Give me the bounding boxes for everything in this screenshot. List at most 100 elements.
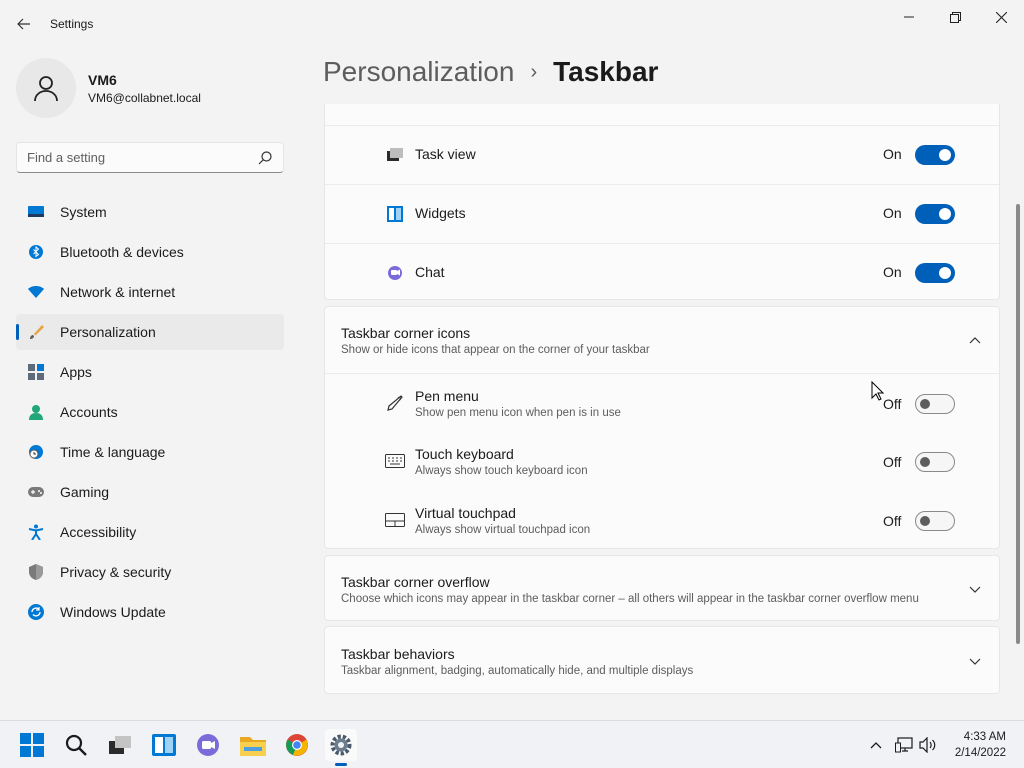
sidebar-item-time-language[interactable]: Time & language [16, 434, 284, 470]
person-icon [34, 76, 58, 102]
toggle-knob [920, 457, 930, 467]
taskbar-chat-button[interactable] [192, 729, 224, 761]
sidebar-item-label: Privacy & security [60, 564, 172, 580]
toggle-knob [939, 267, 951, 279]
clock-globe-icon [28, 444, 44, 460]
sidebar-item-windows-update[interactable]: Windows Update [16, 594, 284, 630]
chevron-down-icon [967, 582, 983, 598]
toggle-knob [920, 516, 930, 526]
search-icon [65, 734, 87, 756]
search-box[interactable] [16, 142, 284, 173]
touch-keyboard-toggle[interactable] [915, 452, 955, 472]
search-icon[interactable] [257, 150, 273, 166]
behaviors-card[interactable]: Taskbar behaviors Taskbar alignment, bad… [324, 626, 1000, 694]
virtual-touchpad-toggle[interactable] [915, 511, 955, 531]
taskbar-chrome-button[interactable] [281, 729, 313, 761]
corner-overflow-card[interactable]: Taskbar corner overflow Choose which ico… [324, 555, 1000, 621]
close-icon [995, 11, 1007, 23]
sidebar-item-label: Accessibility [60, 524, 137, 540]
taskbar-search-button[interactable] [60, 729, 92, 761]
section-title: Taskbar behaviors [341, 646, 455, 662]
sidebar-item-bluetooth[interactable]: Bluetooth & devices [16, 234, 284, 270]
windows-taskbar: 4:33 AM 2/14/2022 [0, 720, 1024, 768]
user-email: VM6@collabnet.local [88, 91, 201, 105]
close-button[interactable] [978, 6, 1024, 28]
sidebar-item-network[interactable]: Network & internet [16, 274, 284, 310]
keyboard-icon [385, 451, 405, 471]
toggle-state-text: On [883, 264, 902, 280]
setting-label: Widgets [415, 205, 466, 221]
sidebar-item-accounts[interactable]: Accounts [16, 394, 284, 430]
setting-description: Always show virtual touchpad icon [415, 524, 591, 536]
sidebar-item-privacy[interactable]: Privacy & security [16, 554, 284, 590]
toggle-state-text: Off [883, 396, 902, 412]
toggle-knob [939, 208, 951, 220]
sidebar-item-label: Windows Update [60, 604, 166, 620]
sidebar-item-system[interactable]: System [16, 194, 284, 230]
sidebar-item-label: System [60, 204, 107, 220]
brush-icon [28, 324, 44, 340]
gamepad-icon [28, 484, 44, 500]
apps-icon [28, 364, 44, 380]
taskbar-widgets-button[interactable] [148, 729, 180, 761]
setting-row-virtual-touchpad: Virtual touchpad Always show virtual tou… [325, 491, 999, 548]
sidebar-item-label: Apps [60, 364, 92, 380]
breadcrumb-parent[interactable]: Personalization [323, 56, 514, 88]
corner-icons-header[interactable]: Taskbar corner icons Show or hide icons … [325, 307, 999, 373]
system-clock[interactable]: 4:33 AM 2/14/2022 [944, 729, 1006, 761]
chat-toggle[interactable] [915, 263, 955, 283]
task-view-toggle[interactable] [915, 145, 955, 165]
chevron-down-icon [967, 654, 983, 670]
app-title: Settings [50, 17, 94, 31]
user-profile[interactable]: VM6 VM6@collabnet.local [16, 58, 286, 118]
sidebar-item-label: Network & internet [60, 284, 176, 300]
pen-menu-toggle[interactable] [915, 394, 955, 414]
task-view-icon [385, 145, 405, 165]
windows-logo-icon [20, 733, 44, 757]
taskbar-settings-button[interactable] [325, 729, 357, 761]
network-icon [895, 737, 913, 753]
update-icon [28, 604, 44, 620]
setting-row-pen-menu: Pen menu Show pen menu icon when pen is … [325, 373, 999, 432]
search-input[interactable] [27, 150, 247, 165]
setting-label: Virtual touchpad [415, 505, 516, 521]
monitor-icon [28, 204, 44, 220]
setting-row-widgets: Widgets On [325, 184, 999, 243]
setting-label: Chat [415, 264, 445, 280]
clock-date: 2/14/2022 [954, 747, 1006, 759]
wifi-icon [28, 284, 44, 300]
sidebar-item-apps[interactable]: Apps [16, 354, 284, 390]
setting-row-chat: Chat On [325, 243, 999, 300]
taskbar-file-explorer-button[interactable] [237, 729, 269, 761]
setting-description: Always show touch keyboard icon [415, 465, 588, 477]
person-icon [28, 404, 44, 420]
minimize-button[interactable] [886, 6, 932, 28]
toggle-knob [920, 399, 930, 409]
chat-icon [385, 263, 405, 283]
settings-content: Task view On Widgets On Chat On Taskbar … [324, 104, 1000, 718]
restore-button[interactable] [932, 6, 978, 28]
sidebar-nav: System Bluetooth & devices Network & int… [16, 194, 284, 634]
pen-icon [385, 393, 405, 413]
chevron-up-icon [870, 742, 882, 749]
network-tray-button[interactable] [894, 735, 914, 755]
start-button[interactable] [16, 729, 48, 761]
section-description: Taskbar alignment, badging, automaticall… [341, 665, 694, 677]
sidebar-item-label: Bluetooth & devices [60, 244, 184, 260]
sidebar-item-gaming[interactable]: Gaming [16, 474, 284, 510]
scrollbar[interactable] [1016, 204, 1020, 644]
toggle-state-text: On [883, 205, 902, 221]
setting-label: Pen menu [415, 388, 479, 404]
chrome-icon [286, 734, 308, 756]
gear-icon [330, 734, 352, 756]
widgets-toggle[interactable] [915, 204, 955, 224]
volume-tray-button[interactable] [918, 735, 938, 755]
sidebar-item-personalization[interactable]: Personalization [16, 314, 284, 350]
show-hidden-icons-button[interactable] [866, 735, 886, 755]
back-button[interactable] [12, 12, 36, 36]
setting-label: Task view [415, 146, 476, 162]
setting-row-task-view: Task view On [325, 125, 999, 184]
restore-icon [949, 11, 961, 23]
taskbar-task-view-button[interactable] [104, 729, 136, 761]
sidebar-item-accessibility[interactable]: Accessibility [16, 514, 284, 550]
